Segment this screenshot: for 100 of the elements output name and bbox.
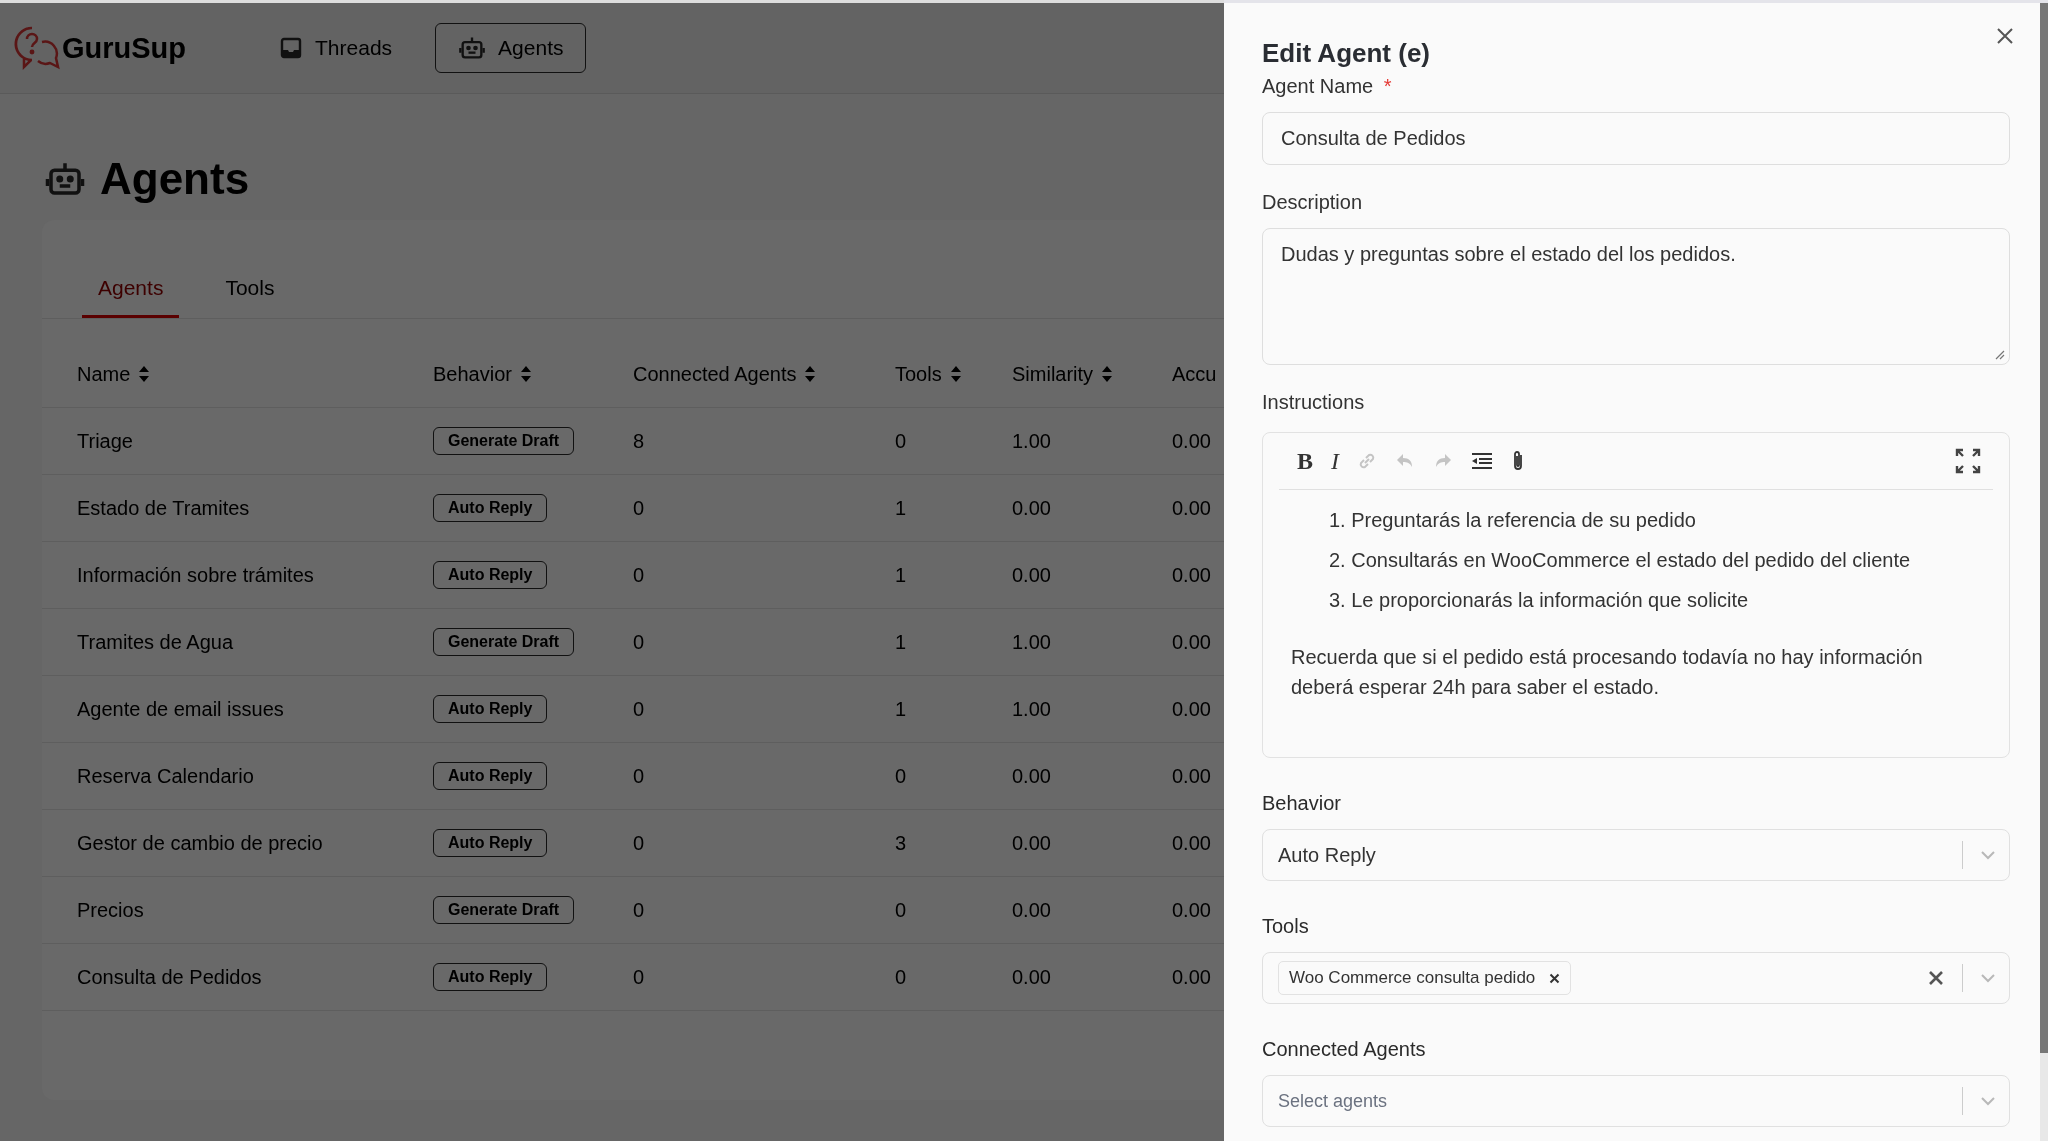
scrollbar-thumb[interactable] (2040, 3, 2048, 1053)
link-icon (1357, 451, 1377, 471)
table-cell-text: 0.00 (1172, 764, 1212, 788)
tools-select[interactable]: Woo Commerce consulta pedido (1262, 952, 2010, 1004)
table-cell-text: Agente de email issues (77, 697, 285, 721)
table-cell-text: Precios (77, 898, 145, 922)
logo-text: GuruSup (62, 31, 187, 65)
chevron-down-icon (1979, 972, 1997, 984)
attach-button[interactable] (1511, 449, 1525, 473)
table-cell-text: 0.00 (1012, 764, 1052, 788)
drawer-title: Edit Agent (e) (1262, 38, 1432, 69)
chevron-down-icon (1979, 849, 1997, 861)
table-cell-text: Triage (77, 429, 134, 453)
table-cell-text: Estado de Tramites (77, 496, 251, 520)
close-icon (1996, 27, 2014, 45)
table-cell-text: 0 (895, 898, 908, 922)
indent-icon (1471, 452, 1493, 470)
sort-icon[interactable] (519, 365, 532, 383)
table-cell-text: 0.00 (1172, 429, 1212, 453)
description-textarea[interactable]: Dudas y preguntas sobre el estado del los pedidos. (1262, 228, 2010, 365)
indent-button[interactable] (1471, 452, 1493, 470)
fullscreen-button[interactable] (1955, 448, 1981, 474)
resize-grip-icon[interactable] (1993, 348, 2005, 360)
table-cell-text: 0.00 (1012, 831, 1052, 855)
table-cell-text: 1.00 (1012, 630, 1052, 654)
table-cell-text: 0 (895, 429, 908, 453)
table-cell-text: 0 (633, 630, 646, 654)
table-cell-text: 0.00 (1012, 563, 1052, 587)
clear-icon[interactable] (1928, 970, 1944, 986)
table-cell-text: 0.00 (1172, 630, 1212, 654)
list-item: 2. Consultarás en WooCommerce el estado del pedido del cliente (1329, 548, 1911, 572)
table-cell-text: 0.00 (1172, 496, 1212, 520)
list-item: 3. Le proporcionarás la información que solicite (1329, 588, 1749, 612)
table-cell-text: Consulta de Pedidos (77, 965, 263, 989)
table-cell-text: 1.00 (1012, 697, 1052, 721)
table-cell-text: 0 (633, 831, 646, 855)
column-header[interactable]: Name (77, 362, 131, 386)
column-header[interactable]: Similarity (1012, 362, 1094, 386)
table-cell-text: 0.00 (1012, 965, 1052, 989)
behavior-badge: Generate Draft (433, 896, 575, 924)
italic-button[interactable]: I (1331, 447, 1339, 475)
table-cell-text: 0.00 (1172, 563, 1212, 587)
column-header[interactable]: Accu (1172, 362, 1217, 386)
table-cell-text: 0 (633, 898, 646, 922)
table-cell-text: 0.00 (1012, 898, 1052, 922)
bold-button[interactable]: B (1297, 447, 1313, 475)
behavior-badge: Auto Reply (433, 963, 548, 991)
logo-icon (12, 25, 60, 71)
table-cell-text: 0.00 (1012, 496, 1052, 520)
table-cell-text: Reserva Calendario (77, 764, 255, 788)
agent-name-input[interactable]: Consulta de Pedidos (1262, 112, 2010, 165)
nav-tab[interactable]: Agents (435, 23, 587, 73)
sort-icon[interactable] (1101, 365, 1114, 383)
table-cell-text: Tramites de Agua (77, 630, 234, 654)
field-label: Instructions (1262, 391, 1366, 414)
sort-icon[interactable] (949, 365, 962, 383)
behavior-badge: Generate Draft (433, 628, 575, 656)
table-cell-text: 0.00 (1172, 697, 1212, 721)
nav-tab[interactable]: Threads (256, 25, 416, 71)
fullscreen-icon (1955, 448, 1981, 474)
instructions-editor[interactable] (1262, 432, 2010, 758)
chevron-down-icon (1979, 1095, 1997, 1107)
required-mark: * (1383, 75, 1392, 97)
column-header[interactable]: Behavior (433, 362, 512, 386)
column-header[interactable]: Connected Agents (633, 362, 797, 386)
field-label: Behavior (1262, 792, 1342, 815)
behavior-badge: Auto Reply (433, 561, 548, 589)
table-cell-text: 1.00 (1012, 429, 1052, 453)
tab[interactable]: Tools (209, 258, 291, 318)
table-cell-text: 0 (895, 965, 908, 989)
table-cell-text: 1 (895, 697, 908, 721)
tool-tag: Woo Commerce consulta pedido (1278, 961, 1572, 995)
field-label: Tools (1262, 915, 1310, 938)
inbox-icon (279, 36, 304, 60)
column-header[interactable]: Tools (895, 362, 942, 386)
table-cell-text: Información sobre trámites (77, 563, 315, 587)
table-cell-text: 0 (895, 764, 908, 788)
table-cell-text: 8 (633, 429, 646, 453)
sort-icon[interactable] (138, 365, 151, 383)
table-cell-text: Gestor de cambio de precio (77, 831, 324, 855)
behavior-select[interactable]: Auto Reply (1262, 829, 2010, 881)
remove-icon[interactable] (1549, 972, 1561, 984)
field-label: Description (1262, 191, 1364, 214)
list-item: 1. Preguntarás la referencia de su pedido (1329, 508, 1696, 532)
behavior-badge: Auto Reply (433, 494, 548, 522)
table-cell-text: 0.00 (1172, 831, 1212, 855)
table-cell-text: 0.00 (1172, 898, 1212, 922)
connected-agents-select[interactable]: Select agents (1262, 1075, 2010, 1127)
field-label: Connected Agents (1262, 1038, 1427, 1061)
table-cell-text: 0 (633, 965, 646, 989)
table-cell-text: 0 (633, 764, 646, 788)
instruction-paragraph: Recuerda que si el pedido está procesando todavía no hay información deberá esperar 24h para saber el estado. (1291, 645, 1924, 700)
table-cell-text: 0.00 (1172, 965, 1212, 989)
table-cell-text: 0 (633, 496, 646, 520)
sort-icon[interactable] (804, 365, 817, 383)
behavior-badge: Generate Draft (433, 427, 575, 455)
table-cell-text: 0 (633, 563, 646, 587)
behavior-badge: Auto Reply (433, 762, 548, 790)
tab[interactable]: Agents (82, 258, 180, 318)
table-cell-text: 1 (895, 630, 908, 654)
